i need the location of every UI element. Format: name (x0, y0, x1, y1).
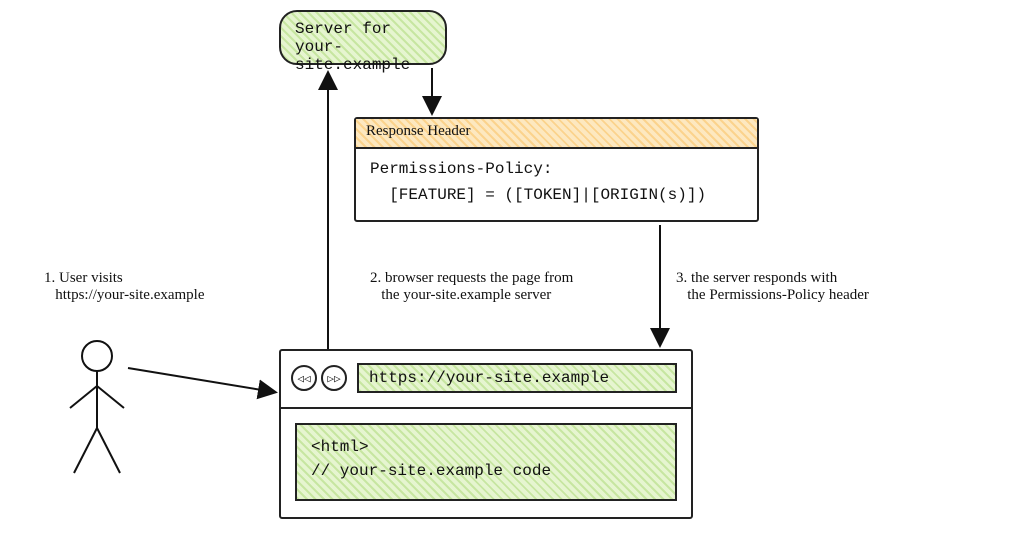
browser-toolbar: ◁◁ ▷▷ https://your-site.example (281, 351, 691, 409)
code-line1: <html> (311, 435, 661, 459)
browser-content: <html> // your-site.example code (295, 423, 677, 501)
server-label-line2: your-site.example (295, 38, 431, 74)
forward-icon: ▷▷ (321, 365, 347, 391)
step-2-line2: the your-site.example server (370, 287, 640, 304)
back-icon: ◁◁ (291, 365, 317, 391)
step-1-line2: https://your-site.example (44, 287, 259, 304)
response-header-title: Response Header (356, 119, 757, 149)
nav-buttons: ◁◁ ▷▷ (291, 365, 347, 391)
code-line2: // your-site.example code (311, 459, 661, 483)
browser-window: ◁◁ ▷▷ https://your-site.example <html> /… (279, 349, 693, 519)
step-3-label: 3. the server responds with the Permissi… (676, 270, 956, 304)
url-bar: https://your-site.example (357, 363, 677, 393)
server-label-line1: Server for (295, 20, 431, 38)
step-2-line1: 2. browser requests the page from (370, 270, 640, 287)
step-2-label: 2. browser requests the page from the yo… (370, 270, 640, 304)
step-3-line2: the Permissions-Policy header (676, 287, 956, 304)
user-icon (62, 338, 132, 478)
step-1-line1: 1. User visits (44, 270, 259, 287)
step-1-label: 1. User visits https://your-site.example (44, 270, 259, 304)
response-header-box: Response Header Permissions-Policy: [FEA… (354, 117, 759, 222)
step-3-line1: 3. the server responds with (676, 270, 956, 287)
response-header-body: Permissions-Policy: [FEATURE] = ([TOKEN]… (356, 149, 757, 216)
response-line2: [FEATURE] = ([TOKEN]|[ORIGIN(s)]) (370, 183, 743, 209)
server-box: Server for your-site.example (279, 10, 447, 65)
arrow-user-to-browser (128, 368, 274, 392)
response-line1: Permissions-Policy: (370, 157, 743, 183)
